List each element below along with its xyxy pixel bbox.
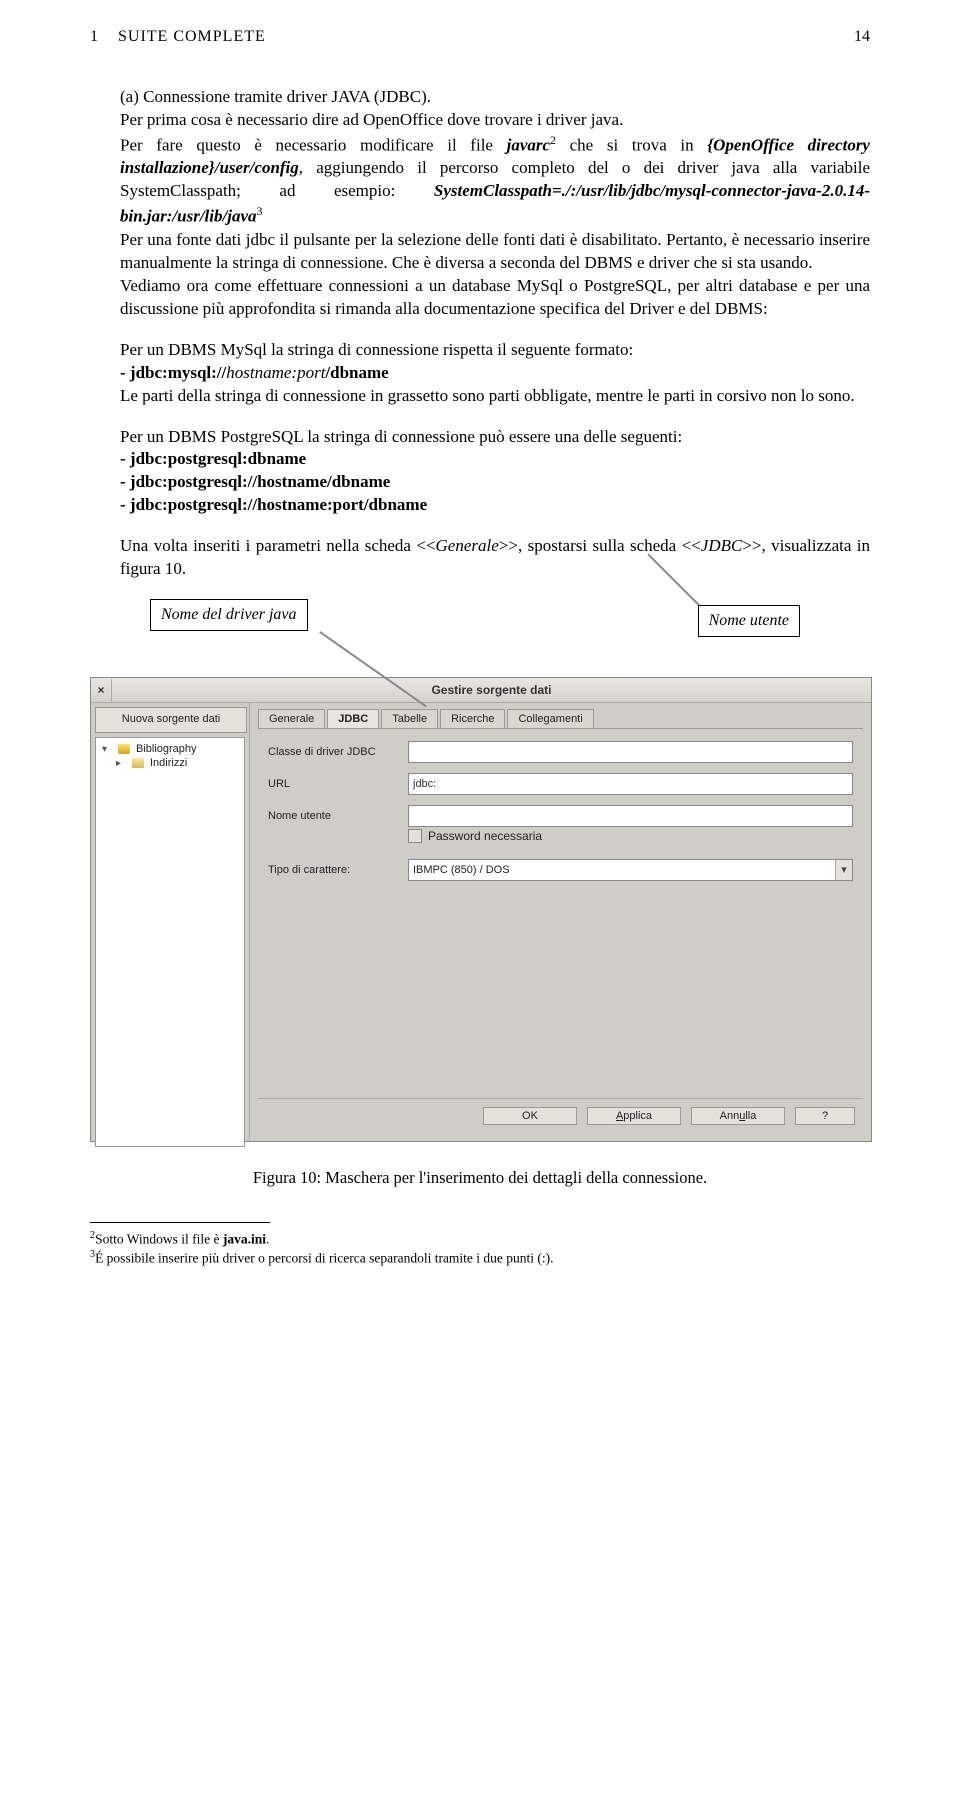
header-section-title: SUITE COMPLETE (118, 28, 266, 45)
checkbox-password[interactable] (408, 829, 422, 843)
header-left: 1 SUITE COMPLETE (90, 28, 266, 46)
expand-icon[interactable]: ▸ (116, 758, 126, 769)
cancel-button[interactable]: Annulla (691, 1107, 785, 1125)
select-charset[interactable]: IBMPC (850) / DOS ▾ (408, 859, 853, 881)
tab-name-generale: Generale (436, 536, 499, 555)
footnote-ref-3: 3 (257, 204, 263, 218)
database-icon (118, 744, 130, 754)
dialog: × Gestire sorgente dati Nuova sorgente d… (90, 677, 872, 1142)
tabstrip: Generale JDBC Tabelle Ricerche Collegame… (258, 709, 863, 729)
callout-username: Nome utente (698, 605, 800, 637)
label-password-required: Password necessaria (428, 829, 542, 843)
apply-button[interactable]: Applica (587, 1107, 681, 1125)
close-icon[interactable]: × (91, 679, 112, 701)
tab-generale[interactable]: Generale (258, 709, 325, 728)
tree-item-indirizzi[interactable]: ▸ Indirizzi (114, 756, 240, 770)
ok-button[interactable]: OK (483, 1107, 577, 1125)
label-driver-class: Classe di driver JDBC (268, 746, 408, 758)
dialog-sidebar: Nuova sorgente dati ▾ Bibliography ▸ Ind… (91, 703, 250, 1141)
datasource-tree[interactable]: ▾ Bibliography ▸ Indirizzi (95, 737, 245, 1147)
footnote-bold: java.ini (223, 1232, 266, 1247)
header-section-num: 1 (90, 28, 98, 45)
dialog-title: Gestire sorgente dati (112, 683, 871, 697)
input-username[interactable] (408, 805, 853, 827)
paragraph-a: (a) Connessione tramite driver JAVA (JDB… (90, 86, 870, 321)
dialog-footer: OK Applica Annulla ? (258, 1098, 863, 1133)
form-area: Classe di driver JDBC URL jdbc: Nome ute… (258, 729, 863, 1098)
filename: javarc (507, 136, 550, 155)
paragraph-mysql: Per un DBMS MySql la stringa di connessi… (90, 339, 870, 408)
tab-ricerche[interactable]: Ricerche (440, 709, 505, 728)
footnote-text: É possibile inserire più driver o percor… (95, 1251, 553, 1266)
tab-jdbc[interactable]: JDBC (327, 709, 379, 728)
select-charset-value: IBMPC (850) / DOS (413, 864, 510, 876)
help-button[interactable]: ? (795, 1107, 855, 1125)
footnote-3: 3É possibile inserire più driver o perco… (90, 1248, 870, 1267)
page-header: 1 SUITE COMPLETE 14 (90, 28, 870, 46)
dialog-titlebar: × Gestire sorgente dati (91, 678, 871, 703)
footnote-text: Sotto Windows il file è (95, 1232, 223, 1247)
text: Connessione tramite driver JAVA (JDBC). (139, 87, 431, 106)
tree-label: Indirizzi (150, 757, 187, 769)
paragraph-postgresql: Per un DBMS PostgreSQL la stringa di con… (90, 426, 870, 518)
text: che si trova in (556, 136, 707, 155)
text: Per un DBMS MySql la stringa di connessi… (120, 340, 633, 359)
label-username: Nome utente (268, 810, 408, 822)
input-driver-class[interactable] (408, 741, 853, 763)
input-url[interactable]: jdbc: (408, 773, 853, 795)
label-charset: Tipo di carattere: (268, 864, 408, 876)
footnote-2: 2Sotto Windows il file è java.ini. (90, 1229, 870, 1248)
tree-label: Bibliography (136, 743, 197, 755)
footnote-suffix: . (266, 1232, 269, 1247)
conn-string-prefix: - jdbc:mysql:// (120, 363, 226, 382)
tree-item-bibliography[interactable]: ▾ Bibliography (100, 742, 240, 756)
header-page-num: 14 (854, 28, 870, 46)
text: Le parti della stringa di connessione in… (120, 386, 855, 405)
text: Per fare questo è necessario modificare … (120, 136, 507, 155)
label-url: URL (268, 778, 408, 790)
pg-conn-3: - jdbc:postgresql://hostname:port/dbname (120, 495, 427, 514)
text: Per un DBMS PostgreSQL la stringa di con… (120, 427, 682, 446)
text: Per una fonte dati jdbc il pulsante per … (120, 230, 870, 272)
callout-driver-name: Nome del driver java (150, 599, 308, 631)
conn-string-hostport: hostname:port (226, 363, 325, 382)
pg-conn-1: - jdbc:postgresql:dbname (120, 449, 306, 468)
folder-icon (132, 758, 144, 768)
tab-name-jdbc: JDBC (701, 536, 743, 555)
item-label: (a) (120, 87, 139, 106)
pg-conn-2: - jdbc:postgresql://hostname/dbname (120, 472, 390, 491)
text: >>, spostarsi sulla scheda << (499, 536, 701, 555)
text: Per prima cosa è necessario dire ad Open… (120, 110, 623, 129)
paragraph-final: Una volta inseriti i parametri nella sch… (90, 535, 870, 581)
tab-tabelle[interactable]: Tabelle (381, 709, 438, 728)
conn-string-suffix: /dbname (325, 363, 388, 382)
tab-collegamenti[interactable]: Collegamenti (507, 709, 593, 728)
footnote-rule (90, 1222, 270, 1223)
new-source-button[interactable]: Nuova sorgente dati (95, 707, 247, 733)
callouts: Nome del driver java Nome utente (90, 599, 870, 669)
text: Vediamo ora come effettuare connessioni … (120, 276, 870, 318)
figure-caption: Figura 10: Maschera per l'inserimento de… (90, 1168, 870, 1188)
text: Una volta inseriti i parametri nella sch… (120, 536, 436, 555)
chevron-down-icon: ▾ (835, 860, 852, 880)
collapse-icon[interactable]: ▾ (102, 744, 112, 755)
